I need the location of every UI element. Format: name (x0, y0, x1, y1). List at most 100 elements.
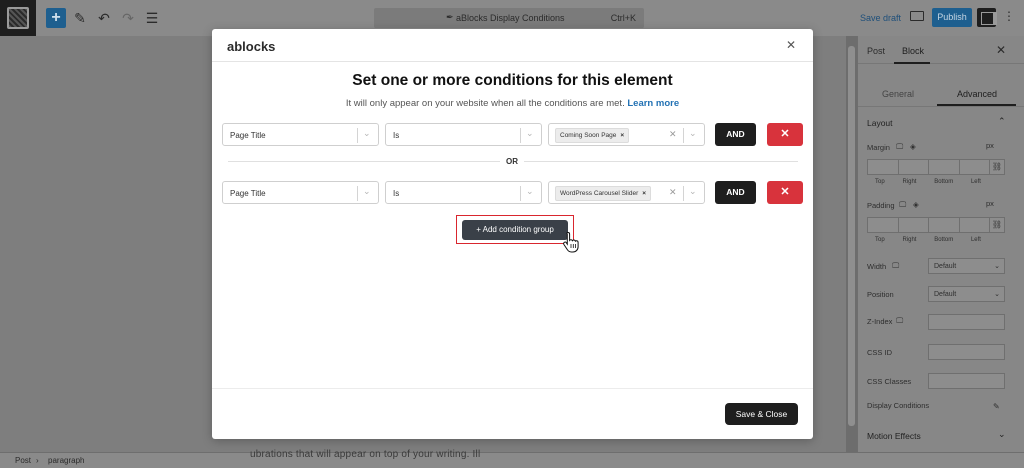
position-select[interactable]: Default ⌄ (928, 286, 1005, 302)
css-id-label: CSS ID (867, 348, 893, 357)
device-monitor-icon[interactable]: 🖵 (892, 261, 899, 271)
settings-toggle-icon[interactable] (977, 8, 997, 27)
margin-right-input[interactable] (897, 159, 929, 175)
layout-section-title[interactable]: Layout (867, 118, 893, 128)
site-logo[interactable] (0, 0, 36, 36)
condition-field-select[interactable]: Page Title ⌄ (222, 181, 379, 204)
padding-right-input[interactable] (897, 217, 929, 233)
canvas-text: ubrations that will appear on top of you… (250, 449, 481, 460)
clear-icon[interactable]: ✕ (669, 129, 677, 140)
breadcrumb: Post › paragraph (0, 452, 1024, 468)
padding-left-input[interactable] (958, 217, 990, 233)
chevron-down-icon[interactable]: ⌄ (363, 128, 371, 139)
learn-more-link[interactable]: Learn more (627, 98, 679, 109)
margin-unit-select[interactable]: px (986, 141, 994, 150)
padding-inputs: ⛓ (867, 217, 1005, 233)
and-button[interactable]: AND (715, 181, 756, 204)
device-monitor-icon[interactable]: 🖵 (896, 316, 903, 326)
add-block-icon[interactable]: + (46, 8, 66, 28)
chevron-down-icon[interactable]: ⌄ (689, 186, 697, 197)
padding-bottom-input[interactable] (928, 217, 960, 233)
chevron-down-icon[interactable]: ⌄ (998, 429, 1006, 440)
remove-tag-icon[interactable]: × (642, 190, 646, 197)
position-select-value: Default (934, 291, 957, 298)
close-icon[interactable]: ✕ (786, 38, 796, 52)
css-classes-input[interactable] (928, 373, 1005, 389)
condition-field-value: Page Title (230, 189, 266, 198)
breadcrumb-post[interactable]: Post (15, 456, 31, 465)
publish-button[interactable]: Publish (932, 8, 972, 27)
chevron-down-icon[interactable]: ⌄ (526, 186, 534, 197)
delete-condition-button[interactable]: ✕ (767, 181, 803, 204)
condition-operator-select[interactable]: Is ⌄ (385, 181, 542, 204)
delete-condition-button[interactable]: ✕ (767, 123, 803, 146)
divider (683, 186, 684, 201)
margin-left-input[interactable] (958, 159, 990, 175)
zindex-input[interactable] (928, 314, 1005, 330)
chevron-down-icon[interactable]: ⌄ (526, 128, 534, 139)
link-icon[interactable]: ⛓ (989, 159, 1005, 175)
save-draft-button[interactable]: Save draft (860, 13, 901, 23)
divider (357, 128, 358, 143)
paint-bucket-icon[interactable]: ◈ (913, 200, 919, 209)
redo-icon[interactable]: ↷ (118, 8, 138, 28)
modal-header: ablocks ✕ (212, 29, 813, 62)
add-condition-group-button[interactable]: + Add condition group (462, 220, 568, 240)
width-select-value: Default (934, 263, 957, 270)
breadcrumb-paragraph[interactable]: paragraph (48, 456, 84, 465)
settings-tabs: Post Block ✕ (858, 36, 1024, 64)
clear-icon[interactable]: ✕ (669, 187, 677, 198)
pencil-icon[interactable]: ✎ (70, 8, 90, 28)
pencil-icon[interactable]: ✎ (993, 402, 1000, 411)
margin-top-input[interactable] (867, 159, 899, 175)
chevron-down-icon[interactable]: ⌄ (363, 186, 371, 197)
and-button[interactable]: AND (715, 123, 756, 146)
preview-monitor-icon[interactable] (910, 11, 924, 21)
more-options-icon[interactable]: ⋮ (1003, 9, 1015, 23)
width-select[interactable]: Default ⌄ (928, 258, 1005, 274)
condition-field-select[interactable]: Page Title ⌄ (222, 123, 379, 146)
subtab-general[interactable]: General (882, 89, 914, 99)
chevron-up-icon[interactable]: ⌃ (998, 116, 1006, 127)
side-label-left: Left (970, 237, 981, 243)
scrollbar-thumb[interactable] (848, 46, 855, 426)
link-icon[interactable]: ⛓ (989, 217, 1005, 233)
device-monitor-icon[interactable]: 🖵 (899, 200, 906, 210)
breadcrumb-separator-icon: › (36, 456, 39, 465)
divider (357, 186, 358, 201)
condition-value-select[interactable]: Coming Soon Page × ✕ ⌄ (548, 123, 705, 146)
margin-bottom-input[interactable] (928, 159, 960, 175)
padding-label: Padding (867, 201, 895, 210)
hand-cursor-icon (563, 231, 579, 253)
chevron-down-icon: ⌄ (994, 291, 1000, 298)
tab-post[interactable]: Post (867, 46, 885, 56)
padding-side-labels: Top Right Bottom Left (867, 237, 989, 243)
chevron-down-icon[interactable]: ⌄ (689, 128, 697, 139)
condition-value-select[interactable]: WordPress Carousel Slider × ✕ ⌄ (548, 181, 705, 204)
padding-top-input[interactable] (867, 217, 899, 233)
paint-bucket-icon[interactable]: ◈ (910, 142, 916, 151)
margin-inputs: ⛓ (867, 159, 1005, 175)
site-logo-icon (7, 7, 29, 29)
condition-operator-select[interactable]: Is ⌄ (385, 123, 542, 146)
remove-tag-icon[interactable]: × (620, 132, 624, 139)
side-label-right: Right (902, 237, 917, 243)
divider (520, 186, 521, 201)
side-label-bottom: Bottom (934, 237, 954, 243)
tab-block[interactable]: Block (902, 46, 924, 56)
padding-unit-select[interactable]: px (986, 199, 994, 208)
undo-icon[interactable]: ↶ (94, 8, 114, 28)
device-monitor-icon[interactable]: 🖵 (896, 142, 903, 152)
list-view-icon[interactable]: ☰ (142, 8, 162, 28)
command-palette-bar[interactable]: ✒ aBlocks Display Conditions Ctrl+K (374, 8, 644, 28)
modal-subtitle: It will only appear on your website when… (212, 98, 813, 109)
condition-operator-value: Is (393, 189, 400, 198)
side-label-right: Right (902, 179, 917, 185)
save-and-close-button[interactable]: Save & Close (725, 403, 798, 425)
close-icon[interactable]: ✕ (996, 43, 1006, 57)
divider (683, 128, 684, 143)
css-id-input[interactable] (928, 344, 1005, 360)
side-label-top: Top (875, 237, 885, 243)
motion-effects-section-title[interactable]: Motion Effects (867, 431, 921, 441)
subtab-advanced[interactable]: Advanced (957, 89, 997, 99)
